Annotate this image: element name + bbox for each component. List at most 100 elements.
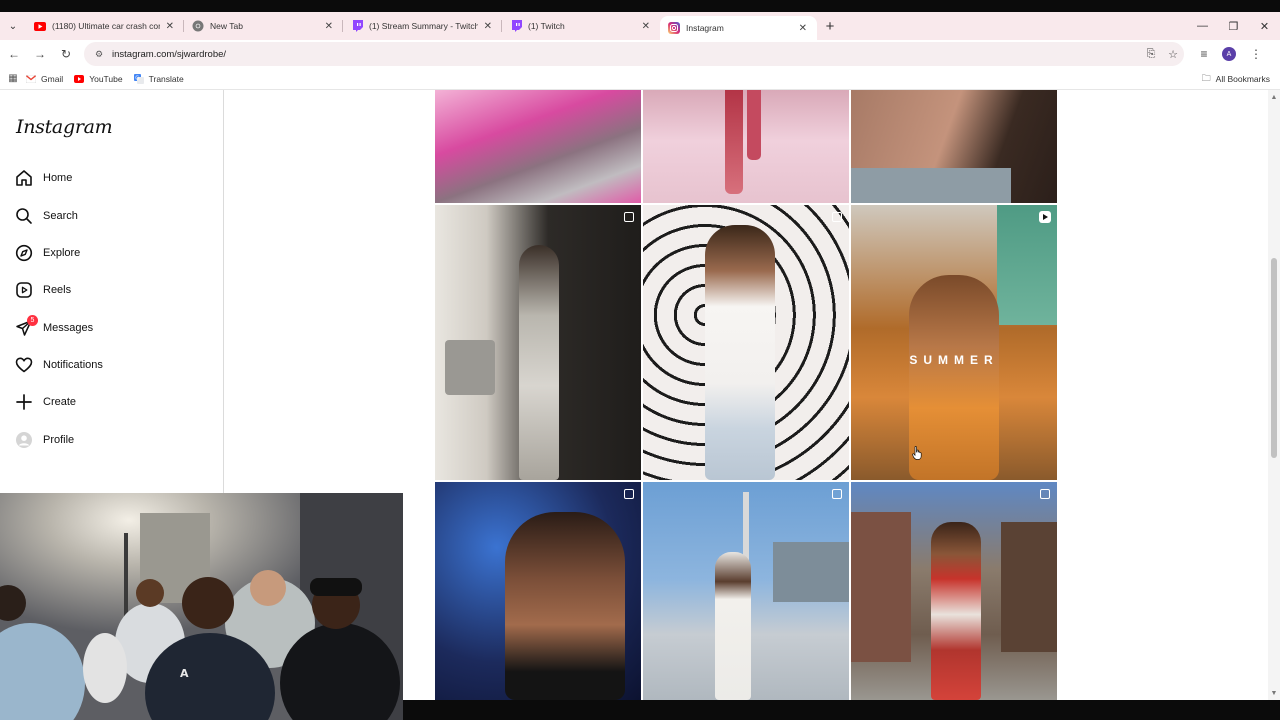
webcam-overlay: A [0,493,403,720]
tab-youtube[interactable]: (1180) Ultimate car crash comp ✕ [26,12,184,40]
twitch-icon [510,20,522,32]
tab-instagram[interactable]: Instagram ✕ [660,16,817,40]
close-tab-icon[interactable]: ✕ [642,21,650,32]
scroll-up-icon[interactable]: ▲ [1268,92,1280,102]
post-thumbnail[interactable] [643,90,849,203]
svg-text:G: G [135,75,139,81]
carousel-icon [624,489,634,499]
site-settings-icon[interactable]: ⚙ [92,47,106,61]
page-scrollbar[interactable]: ▲ ▼ [1268,90,1280,700]
nav-profile[interactable]: Profile [14,427,74,453]
back-icon[interactable]: ← [2,42,26,66]
media-controls-icon[interactable]: ≡ [1192,42,1216,66]
close-tab-icon[interactable]: ✕ [325,21,333,32]
screen: ⌄ (1180) Ultimate car crash comp ✕ New T… [0,0,1280,720]
bookmark-gmail[interactable]: Gmail [26,74,63,84]
tab-strip: ⌄ (1180) Ultimate car crash comp ✕ New T… [0,12,1280,40]
instagram-icon [668,22,680,34]
bookmark-label: Translate [148,73,184,84]
carousel-icon [832,212,842,222]
post-overlay-text: SUMMER [909,353,999,367]
apps-grid-icon[interactable]: ▦ [0,73,26,84]
tab-title: (1) Stream Summary - Twitch [369,21,478,31]
bookmark-label: Gmail [41,73,64,84]
scroll-down-icon[interactable]: ▼ [1268,688,1280,698]
nav-label: Messages [43,322,94,334]
heart-icon [14,355,34,375]
nav-search[interactable]: Search [14,203,78,229]
all-bookmarks-button[interactable]: 🗀 All Bookmarks [1202,71,1270,87]
close-window-icon[interactable]: ✕ [1249,12,1280,40]
nav-create[interactable]: Create [14,389,76,415]
tab-twitch[interactable]: (1) Twitch ✕ [502,12,660,40]
close-tab-icon[interactable]: ✕ [799,23,807,34]
bookmark-translate[interactable]: G Translate [133,73,184,84]
carousel-icon [1040,489,1050,499]
tab-stream-summary[interactable]: (1) Stream Summary - Twitch ✕ [343,12,502,40]
menu-dots-icon[interactable]: ⋮ [1244,42,1268,66]
profile-avatar[interactable]: A [1222,47,1236,61]
scrollbar-thumb[interactable] [1271,258,1277,458]
window-controls: — ❐ ✕ [1187,12,1280,40]
install-app-icon[interactable]: ⎘ [1140,48,1162,61]
nav-label: Search [43,210,78,222]
reload-icon[interactable]: ↻ [54,42,78,66]
nav-label: Explore [43,247,81,259]
messages-badge: 5 [27,315,38,326]
top-black-strip [0,0,1280,12]
new-tab-button[interactable]: + [817,12,843,40]
messages-icon: 5 [14,315,38,338]
nav-home[interactable]: Home [14,165,72,191]
post-thumbnail[interactable] [435,482,641,700]
carousel-icon [624,212,634,222]
url-text: instagram.com/sjwardrobe/ [112,48,227,60]
nav-notifications[interactable]: Notifications [14,352,103,378]
reel-icon [1039,211,1051,223]
chrome-icon [192,20,204,32]
nav-explore[interactable]: Explore [14,240,80,266]
post-thumbnail[interactable] [643,482,849,700]
nav-reels[interactable]: Reels [14,277,71,303]
search-icon [14,206,34,226]
nav-label: Create [43,396,77,408]
restore-icon[interactable]: ❐ [1218,12,1249,40]
svg-text:A: A [180,667,189,680]
profile-avatar [14,430,34,450]
nav-label: Profile [43,434,75,446]
minimize-icon[interactable]: — [1187,12,1218,40]
forward-icon[interactable]: → [28,42,52,66]
tab-new-tab[interactable]: New Tab ✕ [184,12,343,40]
post-thumbnail[interactable] [851,482,1057,700]
address-bar[interactable]: ⚙ instagram.com/sjwardrobe/ ⎘ ☆ [84,42,1184,66]
youtube-icon [34,20,46,32]
post-thumbnail[interactable] [435,90,641,203]
instagram-logo[interactable]: Instagram [16,116,113,138]
webcam-feed-image: A [0,493,403,720]
home-icon [14,168,34,188]
hand-cursor-icon [912,446,922,460]
twitch-icon [351,20,363,32]
tab-search-menu-icon[interactable]: ⌄ [0,12,26,40]
close-tab-icon[interactable]: ✕ [166,21,174,32]
bookmark-label: YouTube [89,73,123,84]
nav-messages[interactable]: 5 Messages [14,315,93,341]
browser-toolbar: ← → ↻ ⚙ instagram.com/sjwardrobe/ ⎘ ☆ ≡ … [0,40,1280,68]
bookmark-star-icon[interactable]: ☆ [1162,48,1184,61]
explore-icon [14,243,34,263]
bookmarks-bar: ▦ Gmail YouTube G Translate 🗀 All Bookma… [0,68,1280,90]
folder-icon: 🗀 [1201,72,1211,83]
post-thumbnail[interactable] [435,205,641,480]
bookmark-youtube[interactable]: YouTube [74,73,123,84]
post-thumbnail[interactable]: SUMMER [851,205,1057,480]
bottom-black-strip [403,700,1280,720]
tab-title: (1180) Ultimate car crash comp [52,21,160,31]
tab-title: New Tab [210,21,243,31]
all-bookmarks-label: All Bookmarks [1215,73,1270,84]
post-thumbnail[interactable] [851,90,1057,203]
tab-title: (1) Twitch [528,21,565,31]
plus-icon [14,392,34,412]
close-tab-icon[interactable]: ✕ [484,21,492,32]
post-thumbnail[interactable] [643,205,849,480]
translate-icon: G [133,73,144,84]
nav-label: Home [43,172,73,184]
